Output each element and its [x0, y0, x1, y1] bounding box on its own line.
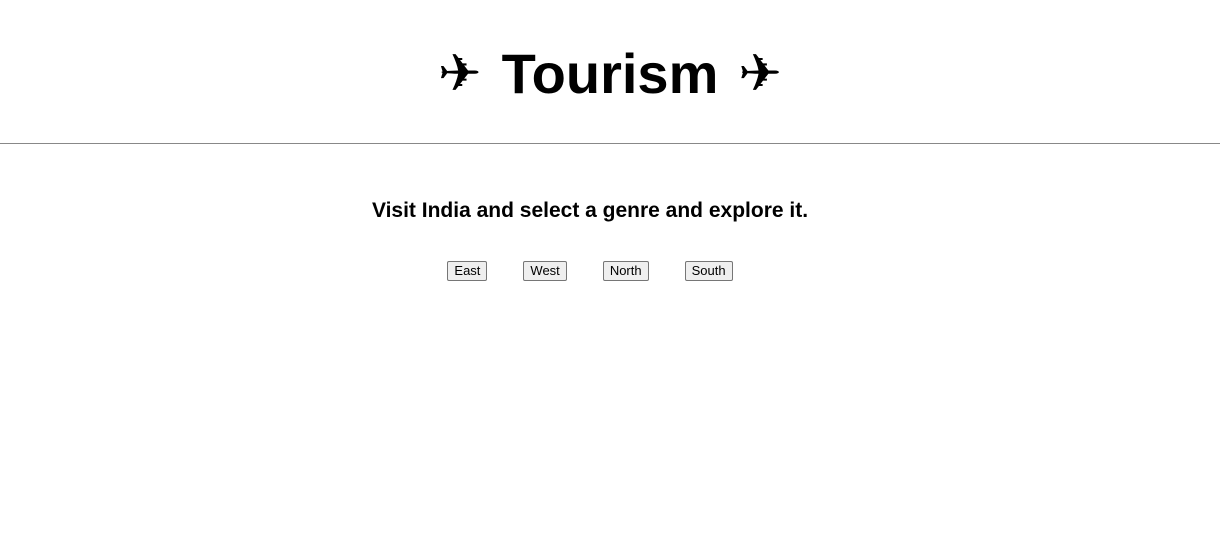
- north-button[interactable]: North: [602, 261, 649, 281]
- airplane-icon: ✈: [738, 43, 782, 104]
- page-title: ✈ Tourism ✈: [438, 41, 782, 105]
- page-header: ✈ Tourism ✈: [0, 0, 1220, 143]
- airplane-icon: ✈: [438, 43, 482, 104]
- east-button[interactable]: East: [447, 261, 488, 281]
- region-button-group: East West North South: [0, 261, 1180, 281]
- header-divider: [0, 143, 1220, 144]
- page-subtitle: Visit India and select a genre and explo…: [371, 199, 809, 222]
- south-button[interactable]: South: [684, 261, 733, 281]
- west-button[interactable]: West: [523, 261, 567, 281]
- page-title-text: Tourism: [501, 41, 719, 105]
